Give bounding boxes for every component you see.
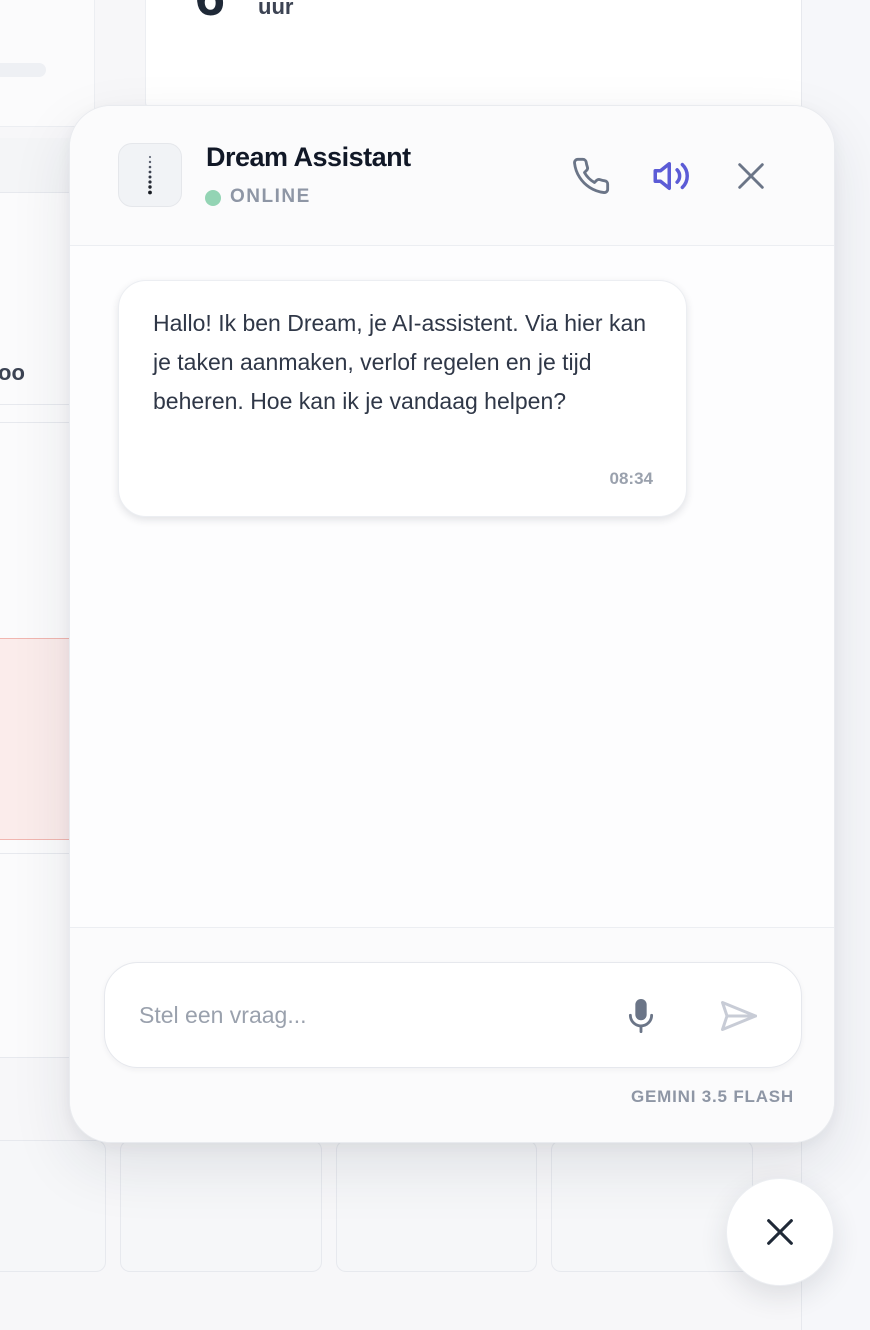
message-list: Hallo! Ik ben Dream, je AI-assistent. Vi… [70, 247, 834, 927]
assistant-avatar [118, 143, 182, 207]
hours-value: 6 [195, 0, 225, 24]
chat-toggle-button[interactable] [726, 1178, 834, 1286]
assistant-message: Hallo! Ik ben Dream, je AI-assistent. Vi… [118, 280, 687, 517]
hours-card [145, 0, 803, 110]
background-column [0, 193, 75, 1058]
voice-output-button[interactable] [646, 151, 696, 201]
chat-footer: GEMINI 3.5 FLASH [70, 927, 834, 1142]
send-icon [721, 1001, 757, 1031]
divider [0, 1057, 75, 1058]
dots-avatar-icon [148, 155, 152, 195]
calendar-tile [336, 1140, 537, 1272]
close-icon [738, 163, 764, 189]
divider [0, 422, 75, 423]
online-status-label: ONLINE [230, 186, 311, 207]
message-input[interactable] [137, 993, 597, 1037]
close-chat-button[interactable] [726, 151, 776, 201]
microphone-icon [628, 999, 654, 1033]
chat-panel: Dream Assistant ONLINE Hallo! Ik ben Dre… [69, 105, 835, 1143]
model-label: GEMINI 3.5 FLASH [631, 1087, 794, 1106]
background-strip [0, 138, 75, 193]
online-status-dot [205, 190, 221, 206]
calendar-tile [0, 1140, 106, 1272]
assistant-name: Dream Assistant [206, 142, 411, 172]
message-composer [104, 962, 802, 1068]
divider [0, 404, 75, 405]
divider [0, 853, 75, 854]
placeholder-bar [0, 63, 46, 77]
phone-icon [573, 157, 610, 194]
message-timestamp: 08:34 [609, 469, 653, 488]
calendar-tile [551, 1140, 753, 1272]
chat-header: Dream Assistant ONLINE [70, 106, 834, 246]
highlighted-day-cell [0, 638, 75, 840]
calendar-tile [120, 1140, 322, 1272]
hours-unit: uur [258, 0, 294, 19]
close-icon [767, 1219, 793, 1245]
call-button[interactable] [566, 151, 616, 201]
voice-input-button[interactable] [621, 991, 661, 1041]
background-partial-label: oo [0, 360, 25, 385]
send-button[interactable] [714, 991, 764, 1041]
speaker-icon [653, 162, 689, 190]
message-text: Hallo! Ik ben Dream, je AI-assistent. Vi… [153, 310, 647, 414]
